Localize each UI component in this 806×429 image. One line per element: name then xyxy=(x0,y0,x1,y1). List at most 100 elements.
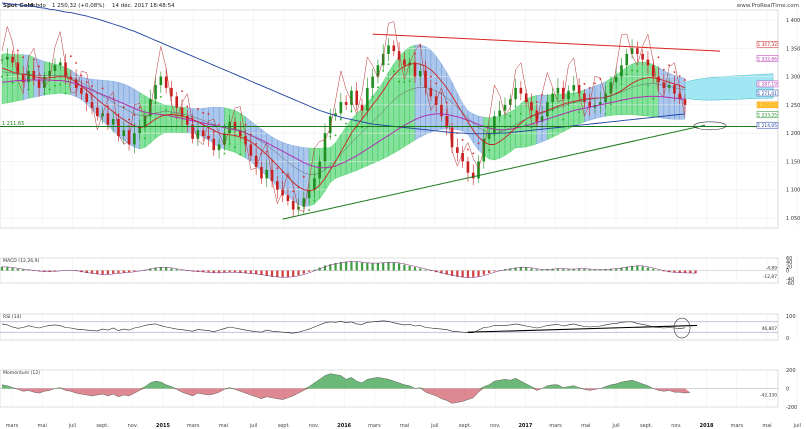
sar-dot xyxy=(308,209,310,211)
x-tick-label: juil xyxy=(249,423,257,429)
candle-body xyxy=(551,93,554,103)
sar-dot xyxy=(662,68,665,71)
macd-bar xyxy=(223,270,226,273)
candle-body xyxy=(614,76,618,83)
candle-body xyxy=(673,85,676,94)
macd-tick-label: -40 xyxy=(786,277,794,283)
sar-dot xyxy=(149,115,152,118)
candle-body xyxy=(58,62,62,66)
candle-body xyxy=(466,161,470,173)
macd-bar xyxy=(593,269,597,271)
candle-body xyxy=(546,102,549,117)
x-tick-label: mai xyxy=(219,423,228,429)
x-tick-label: juil xyxy=(68,423,76,429)
macd-bar xyxy=(472,270,475,278)
macd-value-label: -4,89 xyxy=(766,266,778,272)
x-tick-label: sept. xyxy=(96,423,109,429)
sar-dot xyxy=(594,82,596,85)
sar-dot xyxy=(265,150,268,153)
candle-body xyxy=(392,45,396,52)
macd-bar xyxy=(0,266,4,271)
chart-canvas: Spot Gold Hebdo 1 250,32 (+0,08%) 14 déc… xyxy=(0,2,801,429)
sar-dot xyxy=(366,105,369,108)
price-tag-label: 1 287,19 xyxy=(757,82,777,88)
x-tick-label: mai xyxy=(762,423,771,429)
macd-bar xyxy=(366,263,369,271)
candle-body xyxy=(159,76,163,86)
x-tick-label: 2016 xyxy=(337,423,351,429)
sar-dot xyxy=(133,114,136,116)
sar-dot xyxy=(91,85,93,88)
sar-dot xyxy=(525,123,528,125)
sar-dot xyxy=(255,142,258,145)
candle-body xyxy=(85,93,89,103)
sar-dot xyxy=(22,56,25,59)
candle-body xyxy=(445,116,449,128)
cloud-bull-segment xyxy=(345,118,352,175)
sar-dot xyxy=(424,68,427,71)
candle-body xyxy=(620,65,623,77)
sar-dot xyxy=(196,107,199,110)
candle-body xyxy=(556,87,560,94)
y-tick-label: 1 100 xyxy=(786,188,800,194)
cloud-bull-segment xyxy=(1,53,8,104)
candle-body xyxy=(318,161,321,179)
x-tick-label: 2015 xyxy=(156,423,170,429)
sar-dot xyxy=(244,123,247,126)
candle-body xyxy=(11,56,14,63)
sar-dot xyxy=(101,87,104,90)
momentum-tick-label: 0 xyxy=(786,387,789,393)
candle-body xyxy=(291,201,295,210)
x-tick-label: nov. xyxy=(671,423,682,429)
macd-bar xyxy=(112,270,115,274)
y-tick-label: 1 250 xyxy=(786,103,800,109)
macd-bar xyxy=(488,270,491,273)
sar-dot xyxy=(451,128,453,131)
x-tick-label: sept. xyxy=(640,423,653,429)
candle-body xyxy=(313,178,316,190)
brand-label: www.ProRealTime.com xyxy=(737,3,799,9)
sar-dot xyxy=(212,131,215,133)
candle-body xyxy=(180,107,184,117)
macd-bar xyxy=(276,270,279,278)
x-tick-label: mars xyxy=(6,423,19,429)
cloud-bear-segment xyxy=(414,44,421,141)
candle-body xyxy=(111,119,115,125)
sar-dot xyxy=(509,115,512,118)
cloud-bull-segment xyxy=(165,105,172,133)
candle-body xyxy=(572,85,576,91)
sar-dot xyxy=(588,86,591,89)
candle-body xyxy=(260,167,263,179)
candle-body xyxy=(339,102,343,114)
sar-dot xyxy=(313,199,316,202)
sar-dot xyxy=(128,118,130,121)
candle-body xyxy=(37,79,41,88)
sar-dot xyxy=(202,111,205,114)
sar-dot xyxy=(493,133,496,136)
candle-body xyxy=(96,107,99,117)
candle-body xyxy=(207,135,210,139)
sar-dot xyxy=(382,70,385,72)
x-tick-label: mai xyxy=(400,423,409,429)
sar-dot xyxy=(546,123,549,125)
sar-dot xyxy=(429,75,432,78)
sar-dot xyxy=(144,137,146,140)
cloud-bull-segment xyxy=(499,113,506,159)
candle-body xyxy=(154,85,157,100)
sar-dot xyxy=(498,129,501,132)
candle-body xyxy=(641,53,644,60)
macd-bar xyxy=(641,266,644,271)
x-tick-label: nov. xyxy=(309,423,320,429)
sar-dot xyxy=(69,55,72,58)
candle-body xyxy=(413,62,417,77)
cloud-bull-segment xyxy=(637,61,643,116)
candle-body xyxy=(646,59,650,66)
macd-bar xyxy=(101,270,104,275)
macd-value-label: -12,87 xyxy=(763,274,777,280)
cloud-bear-segment xyxy=(663,70,670,120)
macd-bar xyxy=(6,267,9,271)
candle-body xyxy=(5,56,9,60)
sar-dot xyxy=(292,190,295,193)
candle-body xyxy=(471,172,475,179)
macd-bar xyxy=(48,270,51,272)
